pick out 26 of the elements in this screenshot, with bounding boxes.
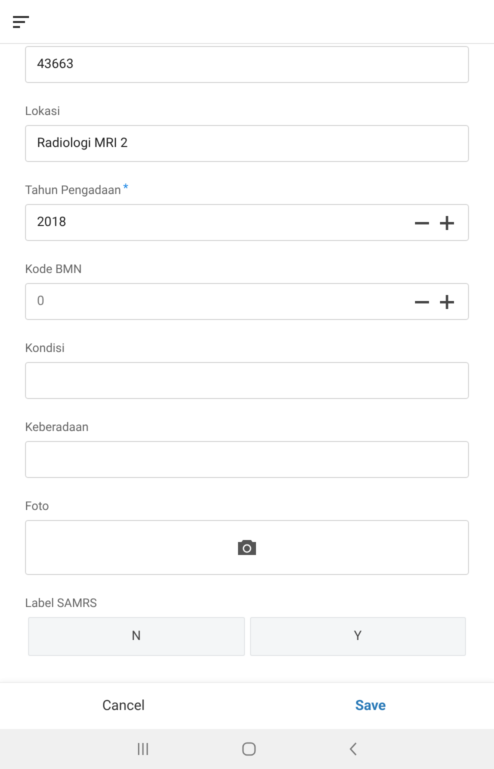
field-label: Foto [25, 498, 50, 514]
plus-icon[interactable] [439, 294, 455, 310]
field-label: Lokasi [25, 103, 60, 119]
field-label: Keberadaan [25, 419, 89, 435]
number-field[interactable]: 2018 [25, 204, 469, 241]
required-mark: * [123, 182, 128, 194]
field-label: Kode BMN [25, 261, 82, 277]
field-label: Kondisi [25, 340, 65, 356]
home-icon[interactable] [242, 742, 256, 756]
input-field[interactable]: Radiologi MRI 2 [25, 125, 469, 162]
plus-icon[interactable] [439, 214, 455, 230]
menu-icon[interactable] [13, 16, 29, 28]
photo-field[interactable] [25, 520, 469, 575]
cancel-button[interactable]: Cancel [0, 683, 247, 729]
option-button[interactable]: Y [250, 617, 466, 656]
input-field[interactable]: 43663 [25, 46, 469, 83]
back-icon[interactable] [349, 742, 358, 756]
recent-apps-icon[interactable] [136, 742, 149, 756]
option-button[interactable]: N [28, 617, 244, 656]
field-label: Tahun Pengadaan [25, 182, 122, 198]
input-field[interactable] [25, 362, 469, 399]
number-field[interactable]: 0 [25, 283, 469, 320]
input-field[interactable] [25, 441, 469, 478]
save-button[interactable]: Save [247, 683, 494, 729]
field-label: Label SAMRS [25, 595, 97, 611]
camera-icon [237, 539, 257, 556]
